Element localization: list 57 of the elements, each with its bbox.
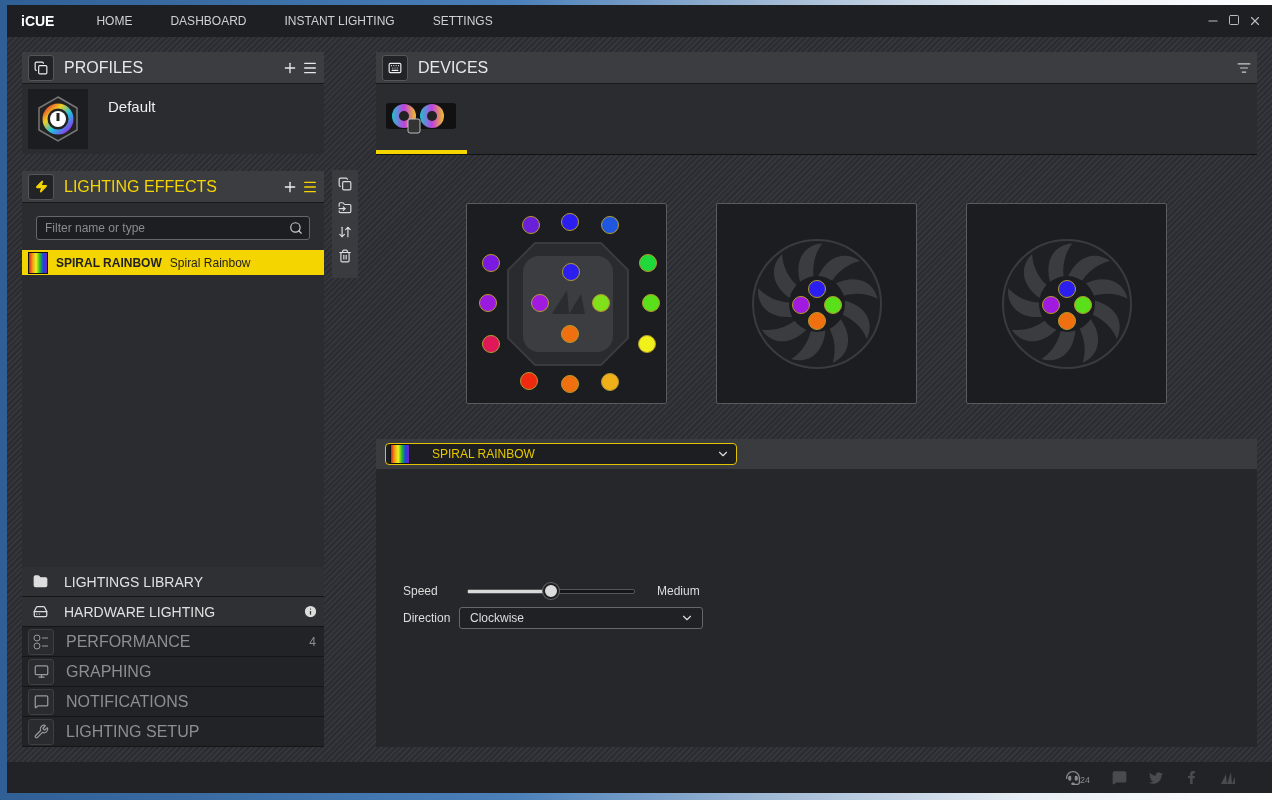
delete-icon[interactable] (338, 249, 352, 263)
search-icon[interactable] (289, 221, 303, 235)
chat-icon (33, 694, 49, 709)
led-dot[interactable] (520, 372, 538, 390)
sort-icon[interactable] (1237, 60, 1251, 75)
profile-logo-icon (36, 95, 80, 143)
search-field[interactable]: Filter name or type (43, 220, 289, 236)
wrench-icon (33, 724, 49, 739)
led-dot[interactable] (522, 216, 540, 234)
led-dot[interactable] (601, 373, 619, 391)
nav-link[interactable]: INSTANT LIGHTING (284, 14, 395, 28)
toggles-icon (33, 633, 49, 650)
rainbow-swatch-icon (28, 251, 48, 274)
led-dot[interactable] (642, 294, 660, 312)
side-menu-item[interactable]: PERFORMANCE 4 (22, 627, 324, 657)
side-menu-item[interactable]: LIGHTINGS LIBRARY (22, 567, 324, 597)
led-dot[interactable] (561, 375, 579, 393)
nav-link[interactable]: SETTINGS (432, 14, 493, 28)
import-icon[interactable] (338, 201, 352, 215)
side-menu-item[interactable]: LIGHTING SETUP (22, 717, 324, 747)
effect-type: Spiral Rainbow (169, 255, 251, 270)
panel-title: LIGHTING EFFECTS (64, 177, 218, 196)
speed-reading: Medium (657, 584, 700, 598)
led-dot[interactable] (601, 216, 619, 234)
app-logo: iCUE (21, 13, 55, 29)
side-menu-item[interactable]: NOTIFICATIONS (22, 687, 324, 717)
nav-link[interactable]: HOME (96, 14, 133, 28)
led-dot[interactable] (638, 335, 656, 353)
side-menu-item[interactable]: GRAPHING (22, 657, 324, 687)
side-menu-item[interactable]: HARDWARE LIGHTING (22, 597, 324, 627)
copy-icon[interactable] (338, 177, 352, 191)
rainbow-swatch-icon (390, 444, 410, 464)
profile-item[interactable]: Default (22, 84, 324, 154)
layer-order-icon[interactable] (338, 225, 352, 239)
effect-dropdown[interactable]: SPIRAL RAINBOW (385, 443, 737, 465)
close-icon[interactable] (1248, 14, 1262, 28)
monitor-icon (33, 664, 49, 679)
led-dot[interactable] (561, 213, 579, 231)
led-dot[interactable] (479, 294, 497, 312)
count-label: 4 (309, 634, 316, 649)
effect-item[interactable]: SPIRAL RAINBOW Spiral Rainbow (22, 250, 324, 275)
memory-card-icon (32, 604, 48, 619)
effect-name: SPIRAL RAINBOW (56, 255, 162, 270)
led-dot[interactable] (482, 335, 500, 353)
led-dot[interactable] (639, 254, 657, 272)
nav-link[interactable]: DASHBOARD (170, 14, 247, 28)
folder-icon (32, 574, 48, 589)
search-field-frame[interactable]: Filter name or type (36, 216, 310, 240)
panel-title: DEVICES (418, 58, 490, 77)
panel-title: PROFILES (64, 58, 145, 77)
led-dot[interactable] (482, 254, 500, 272)
direction-label: Direction (403, 611, 449, 625)
direction-dropdown[interactable]: Clockwise (459, 607, 703, 629)
speed-label: Speed (403, 584, 439, 598)
maximize-icon[interactable] (1228, 14, 1240, 26)
info-icon[interactable] (303, 604, 318, 619)
slider-thumb[interactable] (543, 582, 559, 599)
